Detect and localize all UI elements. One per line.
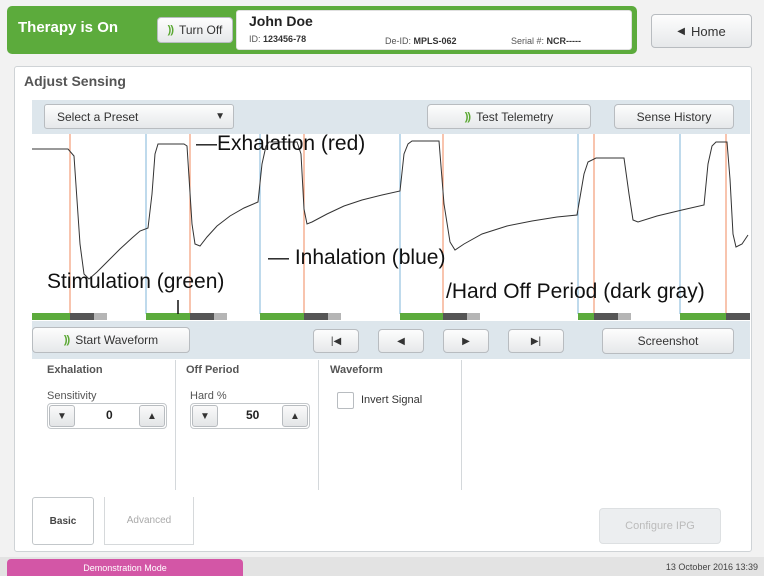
skip-to-end-icon: ▶| xyxy=(530,335,542,347)
panel-title: Adjust Sensing xyxy=(24,73,126,89)
off-period-section-title: Off Period xyxy=(186,364,240,376)
signal-icon: )) xyxy=(63,334,70,346)
hard-percent-label: Hard % xyxy=(190,390,227,402)
column-divider xyxy=(318,360,319,490)
annotation-leader-lines xyxy=(177,300,179,314)
therapy-status: Therapy is On xyxy=(18,19,119,36)
sensitivity-value: 0 xyxy=(106,408,113,422)
test-telemetry-button[interactable]: )) Test Telemetry xyxy=(427,104,591,129)
column-divider xyxy=(461,360,462,490)
hard-percent-decrement-button[interactable]: ▼ xyxy=(192,405,218,427)
sense-history-label: Sense History xyxy=(636,109,712,124)
play-button[interactable]: ▶ xyxy=(443,329,489,353)
skip-to-start-icon: |◀ xyxy=(330,335,342,347)
patient-id: ID: 123456-78 xyxy=(249,34,307,44)
demonstration-mode-badge: Demonstration Mode xyxy=(7,559,243,576)
play-icon: ▶ xyxy=(462,335,470,347)
down-arrow-icon: ▼ xyxy=(57,410,67,422)
start-waveform-label: Start Waveform xyxy=(75,333,159,347)
serial-number: Serial #: NCR----- xyxy=(511,36,582,46)
sensitivity-decrement-button[interactable]: ▼ xyxy=(49,405,75,427)
up-arrow-icon: ▲ xyxy=(147,410,157,422)
hard-percent-value: 50 xyxy=(246,408,260,422)
start-waveform-button[interactable]: )) Start Waveform xyxy=(32,327,190,353)
configure-ipg-button[interactable]: Configure IPG xyxy=(599,508,721,544)
step-back-icon: ◀ xyxy=(397,335,405,347)
waveform-display: —Exhalation (red) — Inhalation (blue) St… xyxy=(32,134,750,320)
sense-history-button[interactable]: Sense History xyxy=(614,104,734,129)
screenshot-button[interactable]: Screenshot xyxy=(602,328,734,354)
test-telemetry-label: Test Telemetry xyxy=(476,109,554,124)
skip-to-start-button[interactable]: |◀ xyxy=(313,329,359,353)
turn-off-label: Turn Off xyxy=(178,23,223,37)
screenshot-label: Screenshot xyxy=(637,334,699,348)
sensitivity-label: Sensitivity xyxy=(47,390,97,402)
waveform-section-title: Waveform xyxy=(330,364,383,376)
date-time: 13 October 2016 13:39 xyxy=(665,562,758,572)
sensitivity-stepper: ▼ 0 ▲ xyxy=(47,403,167,429)
sensitivity-increment-button[interactable]: ▲ xyxy=(139,405,165,427)
signal-icon: )) xyxy=(167,24,174,36)
step-back-button[interactable]: ◀ xyxy=(378,329,424,353)
hard-percent-stepper: ▼ 50 ▲ xyxy=(190,403,310,429)
skip-to-end-button[interactable]: ▶| xyxy=(508,329,564,353)
patient-deid: De-ID: MPLS-062 xyxy=(385,36,457,46)
exhalation-section-title: Exhalation xyxy=(47,364,103,376)
dropdown-caret-icon: ▼ xyxy=(215,111,225,122)
tab-advanced[interactable]: Advanced xyxy=(104,497,194,545)
home-button[interactable]: ◀ Home xyxy=(651,14,752,48)
column-divider xyxy=(175,360,176,490)
signal-icon: )) xyxy=(464,110,471,123)
patient-name: John Doe xyxy=(249,13,313,29)
preset-dropdown[interactable]: Select a Preset ▼ xyxy=(44,104,234,129)
preset-selected-value: Select a Preset xyxy=(57,109,139,124)
invert-signal-label: Invert Signal xyxy=(361,394,423,406)
home-label: Home xyxy=(691,23,726,39)
hard-percent-increment-button[interactable]: ▲ xyxy=(282,405,308,427)
turn-off-button[interactable]: )) Turn Off xyxy=(157,17,233,43)
invert-signal-checkbox[interactable] xyxy=(337,392,354,409)
down-arrow-icon: ▼ xyxy=(200,410,210,422)
up-arrow-icon: ▲ xyxy=(290,410,300,422)
tab-basic[interactable]: Basic xyxy=(32,497,94,545)
back-arrow-icon: ◀ xyxy=(677,25,685,37)
